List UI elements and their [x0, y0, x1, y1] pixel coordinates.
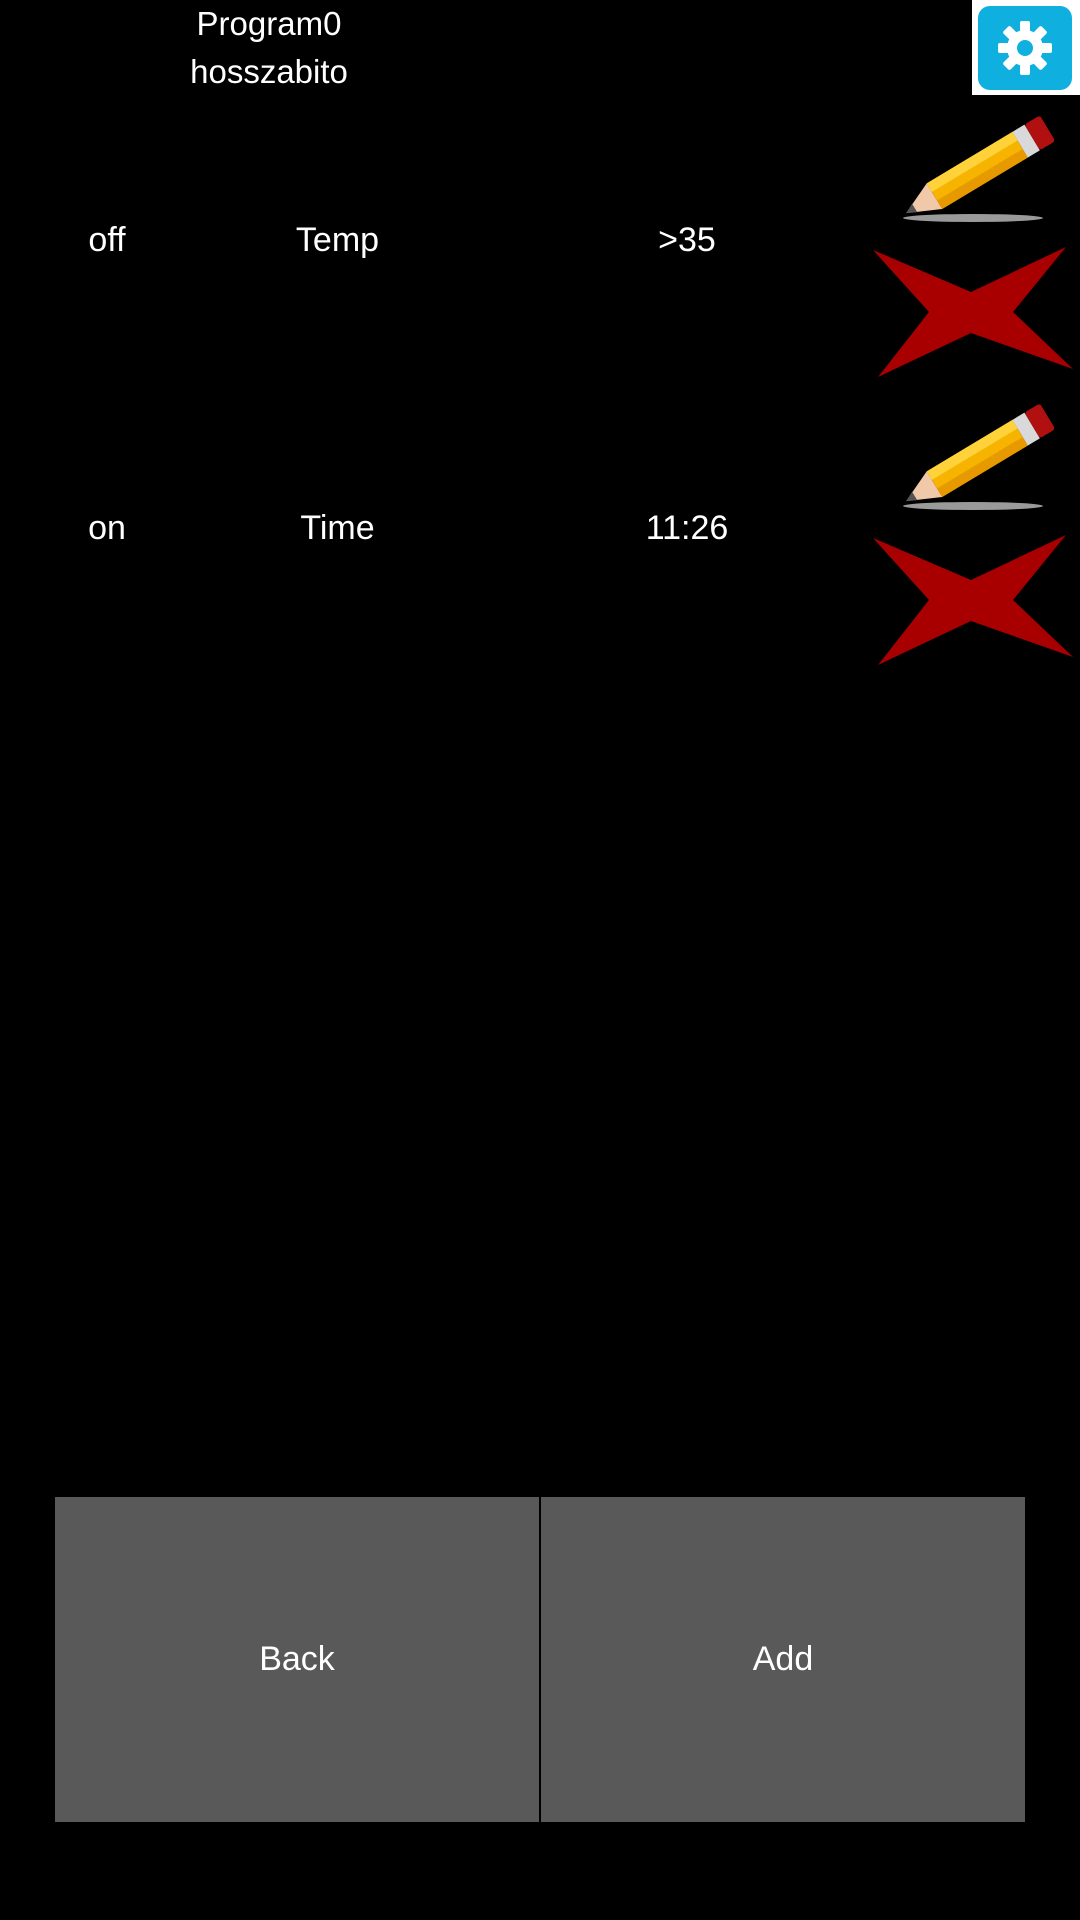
add-button[interactable]: Add	[541, 1497, 1025, 1822]
program-title-block: Program0 hosszabito	[160, 0, 378, 96]
rule-state: on	[88, 509, 126, 547]
footer-button-bar: Back Add	[55, 1497, 1025, 1822]
red-x-icon	[873, 247, 1073, 377]
pencil-icon	[903, 404, 1055, 510]
delete-rule-button[interactable]	[868, 245, 1074, 380]
rule-value: >35	[658, 221, 716, 259]
rule-value: 11:26	[645, 509, 729, 547]
edit-rule-button[interactable]	[883, 391, 1063, 516]
red-x-icon	[873, 535, 1073, 665]
rule-state: off	[88, 221, 126, 259]
rule-type: Temp	[295, 221, 380, 259]
pencil-icon	[903, 116, 1055, 222]
program-subtitle: hosszabito	[190, 53, 348, 90]
settings-button[interactable]	[972, 0, 1080, 95]
program-name: Program0	[196, 5, 342, 42]
rule-row: on Time 11:26	[0, 388, 1080, 676]
program-rules-screen: Program0 hosszabito off Temp >35 on Time…	[0, 0, 1080, 1920]
gear-icon	[998, 21, 1052, 75]
rule-type: Time	[300, 509, 375, 547]
settings-icon-background	[978, 6, 1072, 90]
back-button[interactable]: Back	[55, 1497, 539, 1822]
edit-rule-button[interactable]	[883, 103, 1063, 228]
rule-row: off Temp >35	[0, 100, 1080, 388]
delete-rule-button[interactable]	[868, 533, 1074, 668]
